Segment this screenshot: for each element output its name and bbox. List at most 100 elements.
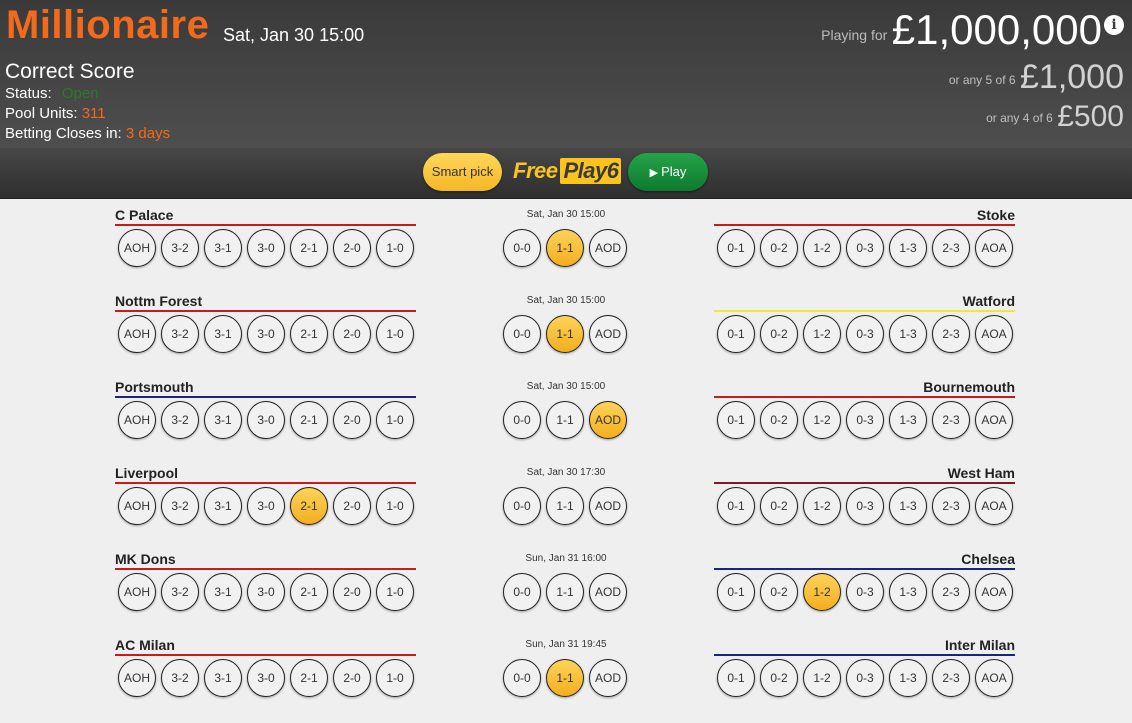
- home-win-score-option[interactable]: 2-0: [333, 487, 371, 525]
- draw-score-option[interactable]: AOD: [589, 401, 627, 439]
- home-win-score-option[interactable]: 1-0: [376, 487, 414, 525]
- home-win-score-option[interactable]: 3-2: [161, 315, 199, 353]
- away-win-score-option[interactable]: 2-3: [932, 487, 970, 525]
- away-win-score-option[interactable]: 1-3: [889, 487, 927, 525]
- home-win-score-option[interactable]: 1-0: [376, 315, 414, 353]
- home-win-score-option[interactable]: 3-1: [204, 487, 242, 525]
- home-win-score-option[interactable]: 3-1: [204, 659, 242, 697]
- away-win-score-option[interactable]: 1-3: [889, 659, 927, 697]
- home-win-score-option[interactable]: 2-1: [290, 229, 328, 267]
- away-win-score-option[interactable]: 0-1: [717, 315, 755, 353]
- away-win-score-option[interactable]: 1-2: [803, 659, 841, 697]
- away-win-score-option[interactable]: 0-1: [717, 573, 755, 611]
- away-win-score-option[interactable]: 0-2: [760, 401, 798, 439]
- home-win-score-option[interactable]: AOH: [118, 315, 156, 353]
- away-win-score-option[interactable]: 0-2: [760, 659, 798, 697]
- home-win-score-option[interactable]: 2-0: [333, 315, 371, 353]
- away-win-score-option[interactable]: 1-2: [803, 487, 841, 525]
- away-win-score-option[interactable]: AOA: [975, 487, 1013, 525]
- away-win-score-option[interactable]: 1-3: [889, 229, 927, 267]
- home-win-score-option[interactable]: 2-1: [290, 487, 328, 525]
- home-win-score-option[interactable]: 3-1: [204, 573, 242, 611]
- home-win-score-option[interactable]: 3-2: [161, 659, 199, 697]
- home-win-score-option[interactable]: 3-2: [161, 573, 199, 611]
- away-win-score-option[interactable]: 1-2: [803, 229, 841, 267]
- away-win-score-option[interactable]: 1-3: [889, 573, 927, 611]
- draw-score-option[interactable]: 0-0: [503, 229, 541, 267]
- draw-score-option[interactable]: 0-0: [503, 315, 541, 353]
- home-win-score-option[interactable]: AOH: [118, 401, 156, 439]
- away-win-score-option[interactable]: AOA: [975, 401, 1013, 439]
- draw-score-option[interactable]: 1-1: [546, 487, 584, 525]
- draw-score-option[interactable]: 1-1: [546, 659, 584, 697]
- draw-score-option[interactable]: 0-0: [503, 487, 541, 525]
- home-win-score-option[interactable]: 2-1: [290, 315, 328, 353]
- away-win-score-option[interactable]: 0-2: [760, 573, 798, 611]
- draw-score-option[interactable]: 1-1: [546, 315, 584, 353]
- draw-score-option[interactable]: 1-1: [546, 573, 584, 611]
- home-win-score-option[interactable]: AOH: [118, 573, 156, 611]
- away-win-score-option[interactable]: 1-2: [803, 401, 841, 439]
- away-win-score-option[interactable]: 2-3: [932, 229, 970, 267]
- away-win-score-option[interactable]: 0-1: [717, 229, 755, 267]
- away-win-score-option[interactable]: 1-2: [803, 315, 841, 353]
- away-win-score-option[interactable]: 0-1: [717, 659, 755, 697]
- away-win-score-option[interactable]: 0-2: [760, 229, 798, 267]
- home-win-score-option[interactable]: 3-0: [247, 401, 285, 439]
- home-win-score-option[interactable]: 3-1: [204, 229, 242, 267]
- play-button[interactable]: ▶ Play: [628, 153, 708, 191]
- smart-pick-button[interactable]: Smart pick: [423, 153, 502, 191]
- home-win-score-option[interactable]: 2-1: [290, 573, 328, 611]
- home-win-score-option[interactable]: 3-0: [247, 573, 285, 611]
- home-win-score-option[interactable]: 1-0: [376, 229, 414, 267]
- home-win-score-option[interactable]: AOH: [118, 659, 156, 697]
- draw-score-option[interactable]: 0-0: [503, 401, 541, 439]
- home-win-score-option[interactable]: 2-1: [290, 401, 328, 439]
- home-win-score-option[interactable]: AOH: [118, 229, 156, 267]
- away-win-score-option[interactable]: 0-3: [846, 401, 884, 439]
- home-win-score-option[interactable]: 1-0: [376, 573, 414, 611]
- away-win-score-option[interactable]: 2-3: [932, 315, 970, 353]
- draw-score-option[interactable]: AOD: [589, 315, 627, 353]
- home-win-score-option[interactable]: 3-2: [161, 487, 199, 525]
- away-win-score-option[interactable]: 0-2: [760, 487, 798, 525]
- away-win-score-option[interactable]: 0-3: [846, 487, 884, 525]
- info-icon[interactable]: i: [1104, 15, 1124, 35]
- away-win-score-option[interactable]: 0-3: [846, 229, 884, 267]
- home-win-score-option[interactable]: 3-0: [247, 229, 285, 267]
- away-win-score-option[interactable]: 1-3: [889, 315, 927, 353]
- draw-score-option[interactable]: AOD: [589, 487, 627, 525]
- away-win-score-option[interactable]: 1-3: [889, 401, 927, 439]
- home-win-score-option[interactable]: 3-2: [161, 229, 199, 267]
- away-win-score-option[interactable]: 2-3: [932, 659, 970, 697]
- away-win-score-option[interactable]: AOA: [975, 573, 1013, 611]
- away-win-score-option[interactable]: 0-3: [846, 573, 884, 611]
- draw-score-option[interactable]: 1-1: [546, 229, 584, 267]
- home-win-score-option[interactable]: 3-0: [247, 315, 285, 353]
- home-win-score-option[interactable]: 2-0: [333, 573, 371, 611]
- home-win-score-option[interactable]: 2-1: [290, 659, 328, 697]
- draw-score-option[interactable]: 1-1: [546, 401, 584, 439]
- away-win-score-option[interactable]: 1-2: [803, 573, 841, 611]
- home-win-score-option[interactable]: 3-0: [247, 487, 285, 525]
- away-win-score-option[interactable]: AOA: [975, 659, 1013, 697]
- home-win-score-option[interactable]: 3-0: [247, 659, 285, 697]
- home-win-score-option[interactable]: 1-0: [376, 659, 414, 697]
- home-win-score-option[interactable]: 2-0: [333, 401, 371, 439]
- away-win-score-option[interactable]: 2-3: [932, 401, 970, 439]
- home-win-score-option[interactable]: 3-1: [204, 315, 242, 353]
- away-win-score-option[interactable]: 0-1: [717, 487, 755, 525]
- away-win-score-option[interactable]: AOA: [975, 229, 1013, 267]
- home-win-score-option[interactable]: AOH: [118, 487, 156, 525]
- home-win-score-option[interactable]: 3-2: [161, 401, 199, 439]
- draw-score-option[interactable]: AOD: [589, 659, 627, 697]
- away-win-score-option[interactable]: AOA: [975, 315, 1013, 353]
- home-win-score-option[interactable]: 2-0: [333, 659, 371, 697]
- away-win-score-option[interactable]: 0-3: [846, 315, 884, 353]
- draw-score-option[interactable]: 0-0: [503, 573, 541, 611]
- home-win-score-option[interactable]: 3-1: [204, 401, 242, 439]
- draw-score-option[interactable]: 0-0: [503, 659, 541, 697]
- away-win-score-option[interactable]: 2-3: [932, 573, 970, 611]
- draw-score-option[interactable]: AOD: [589, 573, 627, 611]
- draw-score-option[interactable]: AOD: [589, 229, 627, 267]
